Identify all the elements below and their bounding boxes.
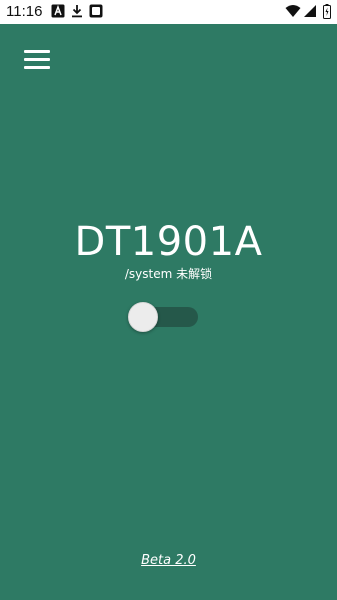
status-time: 11:16: [6, 3, 43, 20]
device-model-title: DT1901A: [74, 219, 263, 265]
toggle-thumb: [128, 302, 158, 332]
text-a-notification-icon: [51, 4, 65, 18]
wifi-icon: [285, 5, 301, 17]
unlock-toggle[interactable]: [128, 302, 202, 332]
status-bar: 11:16: [0, 0, 337, 24]
menu-button[interactable]: [24, 49, 52, 73]
download-icon: [72, 5, 82, 18]
version-link[interactable]: Beta 2.0: [0, 552, 337, 570]
signal-icon: [304, 5, 316, 17]
blank-notification-icon: [89, 4, 103, 18]
system-unlock-status: /system 未解锁: [124, 267, 213, 281]
battery-charging-icon: [323, 4, 331, 19]
